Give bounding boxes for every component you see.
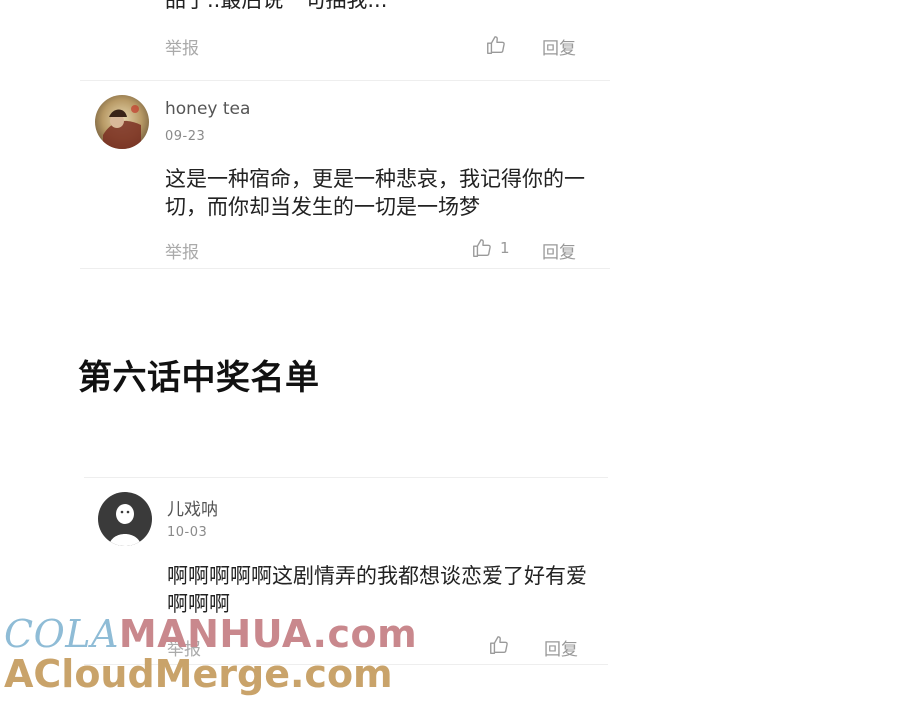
comment-page: 品了..最后说一句抽我... 举报 回复 honey tea 09-23 这是一… <box>0 0 900 703</box>
avatar[interactable] <box>95 95 149 149</box>
comment-divider <box>80 268 610 269</box>
comment-date: 09-23 <box>165 129 206 144</box>
watermark-dotcom: .com <box>312 612 418 656</box>
comment-content: 品了..最后说一句抽我... <box>165 0 388 12</box>
username[interactable]: honey tea <box>165 99 250 119</box>
user-avatar-image <box>95 95 149 149</box>
username[interactable]: 儿戏呐 <box>167 495 218 520</box>
report-button[interactable]: 举报 <box>165 238 199 263</box>
comment-divider <box>84 477 608 478</box>
like-count: 1 <box>500 239 510 257</box>
watermark-acloudmerge: ACloudMerge.com <box>4 652 393 696</box>
watermark-cola: COLA <box>4 612 119 656</box>
like-button[interactable] <box>485 34 507 56</box>
comment-divider <box>80 80 610 81</box>
watermark-manhua: MANHUA <box>118 612 313 656</box>
reply-button[interactable]: 回复 <box>542 34 576 59</box>
reply-button[interactable]: 回复 <box>542 238 576 263</box>
thumbs-up-icon <box>487 36 505 54</box>
comment-content: 这是一种宿命，更是一种悲哀，我记得你的一切，而你却当发生的一切是一场梦 <box>165 167 585 219</box>
watermark-colamanhua: COLAMANHUA.com <box>4 612 417 656</box>
avatar[interactable] <box>98 492 152 546</box>
thumbs-up-icon <box>490 636 508 654</box>
default-avatar-icon <box>98 492 152 546</box>
comment-date: 10-03 <box>167 525 208 540</box>
like-button[interactable] <box>488 634 510 656</box>
reply-button[interactable]: 回复 <box>544 635 578 660</box>
comment-card-top: 品了..最后说一句抽我... 举报 回复 <box>80 0 610 82</box>
like-button[interactable]: 1 <box>471 237 510 259</box>
report-button[interactable]: 举报 <box>165 34 199 59</box>
section-title: 第六话中奖名单 <box>78 358 320 398</box>
thumbs-up-icon <box>473 239 491 257</box>
comment-content: 啊啊啊啊啊这剧情弄的我都想谈恋爱了好有爱啊啊啊 <box>167 564 587 616</box>
comment-card-honey-tea: honey tea 09-23 这是一种宿命，更是一种悲哀，我记得你的一切，而你… <box>80 82 610 270</box>
